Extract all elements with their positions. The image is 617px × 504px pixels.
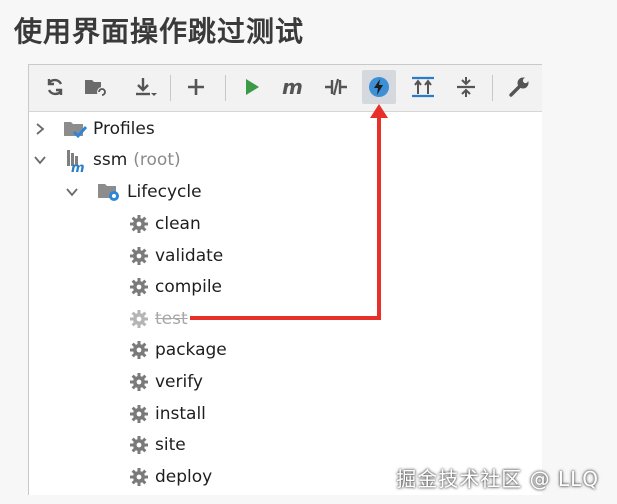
annotation-arrow xyxy=(190,104,388,320)
watermark: 掘金技术社区 @ LLQ xyxy=(396,467,599,491)
